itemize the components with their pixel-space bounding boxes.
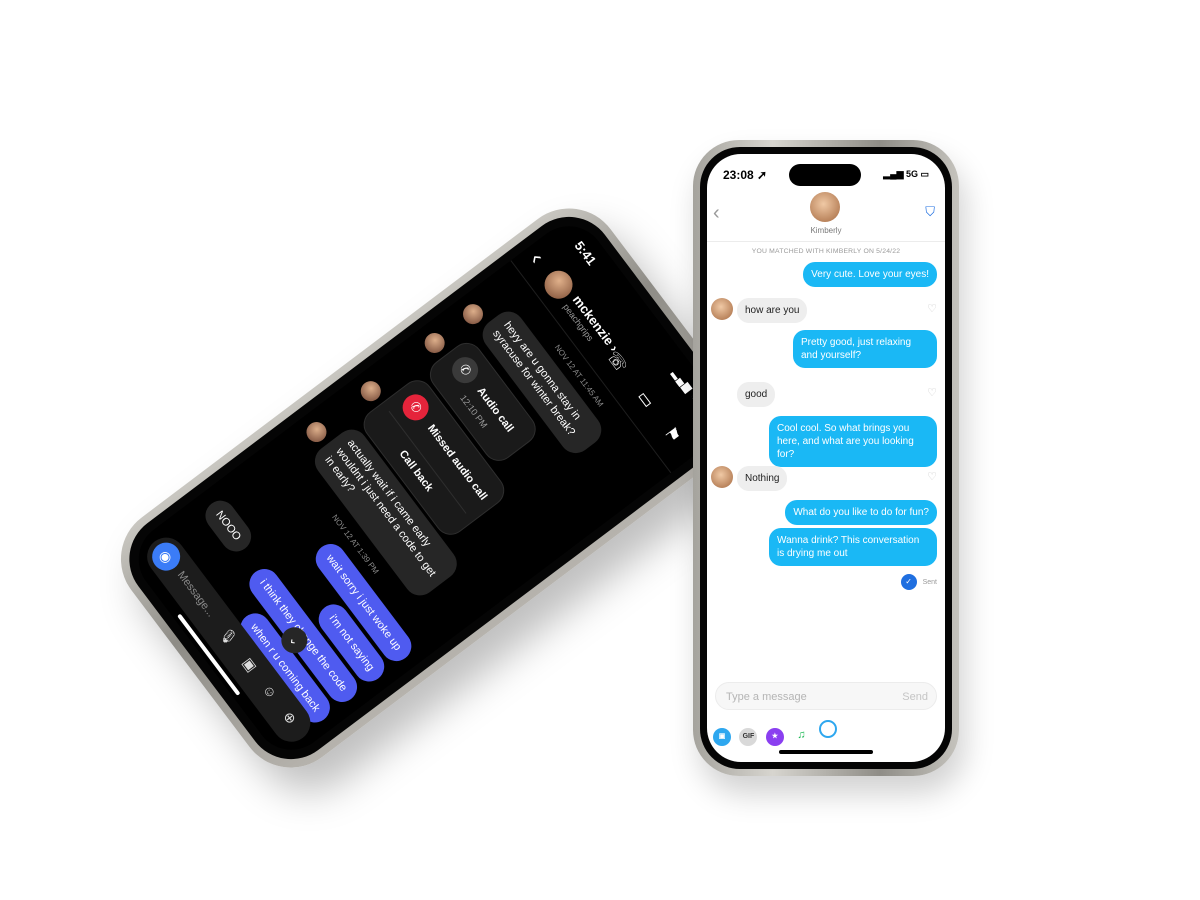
contact-name[interactable]: Kimberly <box>707 226 945 235</box>
avatar <box>711 298 733 320</box>
message-input[interactable]: Type a message Send <box>715 682 937 710</box>
my-message-bubble[interactable]: Pretty good, just relaxing and yourself? <box>793 330 937 368</box>
light-phone-bezel: 23:08 ➚ ▂▄▆ 5G ▭ ‹ Kimberly ⛉ YOU MATCHE… <box>700 147 952 769</box>
message-placeholder[interactable]: Type a message <box>726 691 807 703</box>
my-message-bubble[interactable]: Cool cool. So what brings you here, and … <box>769 416 937 467</box>
avatar <box>356 377 385 406</box>
match-banner: YOU MATCHED WITH KIMBERLY ON 5/24/22 <box>751 248 901 255</box>
avatar <box>459 300 488 329</box>
send-button[interactable]: Send <box>902 691 928 703</box>
status-time: 23:08 ➚ <box>723 168 768 182</box>
music-icon[interactable]: ♫ <box>792 726 811 744</box>
read-receipt-icon: ✓ <box>900 574 917 590</box>
status-bar: 23:08 ➚ ▂▄▆ 5G ▭ <box>707 168 945 184</box>
signal-icon: ▂▄▆ 5G ▭ <box>883 169 929 179</box>
avatar <box>420 328 449 357</box>
mockup-stage: 5:41 ▂▄▆ ◔59 ‹ mckenzie › peachgrips ☏ ▭… <box>0 0 1200 900</box>
missed-call-icon: ✆ <box>397 389 434 426</box>
my-message-bubble[interactable]: Very cute. Love your eyes! <box>803 262 937 287</box>
camera-icon[interactable]: ◉ <box>146 536 186 577</box>
chat-header: ‹ Kimberly ⛉ <box>707 188 945 242</box>
circle-icon[interactable] <box>818 720 837 738</box>
dark-phone-screen: 5:41 ▂▄▆ ◔59 ‹ mckenzie › peachgrips ☏ ▭… <box>123 211 737 765</box>
back-icon[interactable]: ‹ <box>524 247 549 268</box>
avatar[interactable] <box>810 192 840 222</box>
message-bubble[interactable]: good <box>737 382 776 407</box>
home-indicator <box>779 750 873 754</box>
message-bubble[interactable]: Nothing <box>737 466 788 491</box>
message-bubble[interactable]: NOOO <box>199 494 257 558</box>
shield-icon[interactable]: ⛉ <box>925 204 935 220</box>
input-toolbar: ▣ GIF ★ ♫ <box>713 720 841 746</box>
avatar <box>711 466 733 488</box>
status-time: 5:41 <box>571 238 600 269</box>
dark-phone-frame: 5:41 ▂▄▆ ◔59 ‹ mckenzie › peachgrips ☏ ▭… <box>100 187 760 789</box>
dark-chat: 5:41 ▂▄▆ ◔59 ‹ mckenzie › peachgrips ☏ ▭… <box>124 211 736 764</box>
heart-icon[interactable]: ♡ <box>927 386 937 399</box>
heart-icon[interactable]: ♡ <box>927 302 937 315</box>
sticker-icon[interactable]: ★ <box>765 728 784 746</box>
sent-status: ✓ Sent <box>900 574 937 590</box>
light-phone: 23:08 ➚ ▂▄▆ 5G ▭ ‹ Kimberly ⛉ YOU MATCHE… <box>693 140 959 776</box>
phone-icon: ✆ <box>446 351 484 389</box>
my-message-bubble[interactable]: Wanna drink? This conversation is drying… <box>769 528 937 566</box>
dark-phone-bezel: 5:41 ▂▄▆ ◔59 ‹ mckenzie › peachgrips ☏ ▭… <box>111 198 749 778</box>
gif-button[interactable]: GIF <box>739 728 758 746</box>
message-bubble[interactable]: how are you <box>737 298 808 323</box>
light-phone-screen: 23:08 ➚ ▂▄▆ 5G ▭ ‹ Kimberly ⛉ YOU MATCHE… <box>707 154 945 762</box>
message-placeholder[interactable]: Message... <box>175 569 217 619</box>
avatar <box>302 418 331 447</box>
back-icon[interactable]: ‹ <box>713 202 720 225</box>
heart-icon[interactable]: ♡ <box>927 470 937 483</box>
media-icon[interactable]: ▣ <box>713 728 731 746</box>
my-message-bubble[interactable]: What do you like to do for fun? <box>785 500 937 525</box>
